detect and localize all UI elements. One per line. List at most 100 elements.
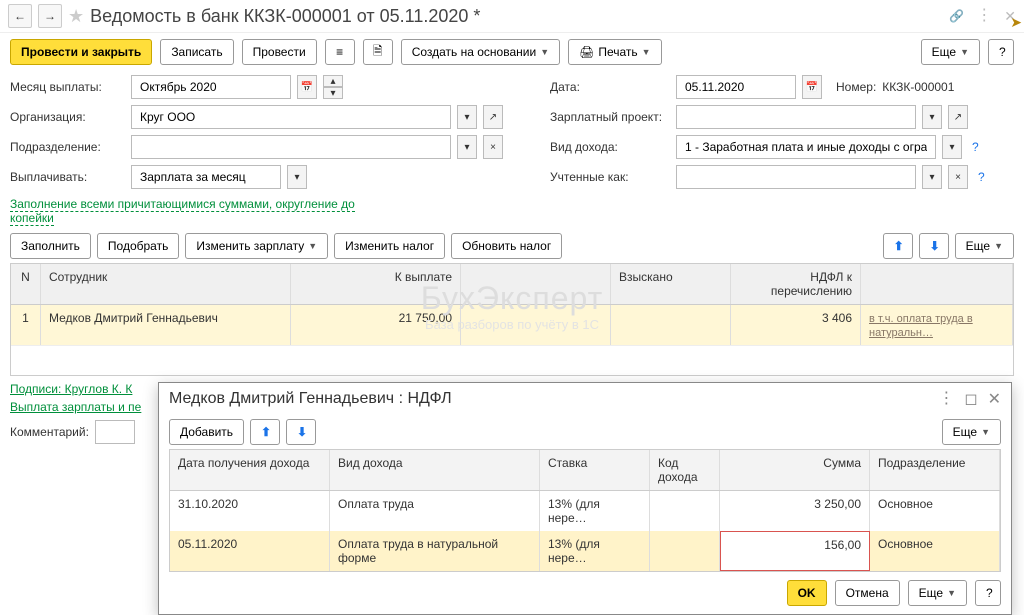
print-button[interactable]: Печать ▼: [568, 39, 661, 65]
post-button[interactable]: Провести: [242, 39, 317, 65]
modal-more2-button[interactable]: Еще ▼: [908, 580, 967, 606]
income-type-dropdown-button[interactable]: ▾: [942, 135, 962, 159]
col-ndfl-header[interactable]: НДФЛ к перечислению: [731, 264, 861, 304]
attach-icon[interactable]: 🔗: [949, 9, 964, 23]
pay-input[interactable]: [131, 165, 281, 189]
accounted-dropdown-button[interactable]: ▾: [922, 165, 942, 189]
col-date-header[interactable]: Дата получения дохода: [170, 450, 330, 490]
income-type-input[interactable]: [676, 135, 936, 159]
col-rate-header[interactable]: Ставка: [540, 450, 650, 490]
col-sum-header[interactable]: Сумма: [720, 450, 870, 490]
org-label: Организация:: [10, 110, 125, 124]
date-label: Дата:: [550, 80, 670, 94]
comment-input[interactable]: [95, 420, 135, 444]
favorite-star-icon[interactable]: ★: [68, 6, 84, 27]
date-calendar-button[interactable]: 📅: [802, 75, 822, 99]
doc-icon: [373, 42, 383, 63]
chevron-down-icon: ▼: [540, 47, 549, 57]
move-down-button[interactable]: ⬇: [919, 233, 949, 259]
comment-label: Комментарий:: [10, 425, 89, 439]
titlebar: ← → ★ Ведомость в банк ККЗК-000001 от 05…: [0, 0, 1024, 33]
change-tax-button[interactable]: Изменить налог: [334, 233, 445, 259]
grid-header: N Сотрудник К выплате Взыскано НДФЛ к пе…: [11, 264, 1013, 305]
col-emp-header[interactable]: Сотрудник: [41, 264, 291, 304]
change-salary-button[interactable]: Изменить зарплату ▼: [185, 233, 328, 259]
col-sub-header[interactable]: Подразделение: [870, 450, 1000, 490]
col-n-header[interactable]: N: [11, 264, 41, 304]
ndfl-row-active[interactable]: 05.11.2020 Оплата труда в натуральной фо…: [170, 531, 1000, 571]
cursor-icon: ➤: [1010, 14, 1022, 31]
date-input[interactable]: [676, 75, 796, 99]
modal-close-icon[interactable]: ✕: [988, 389, 1001, 409]
modal-kebab-icon[interactable]: ⋮: [938, 394, 954, 404]
cell-sub: Основное: [870, 531, 1000, 571]
cell-sub: Основное: [870, 491, 1000, 531]
modal-titlebar: Медков Дмитрий Геннадьевич : НДФЛ ⋮ ◻ ✕: [159, 383, 1011, 415]
org-dropdown-button[interactable]: ▾: [457, 105, 477, 129]
month-up-button[interactable]: ▴: [323, 75, 343, 87]
nav-forward-button[interactable]: →: [38, 4, 62, 28]
accounted-clear-button[interactable]: ×: [948, 165, 968, 189]
print-icon: [579, 45, 594, 59]
create-based-button[interactable]: Создать на основании ▼: [401, 39, 560, 65]
col-code-header[interactable]: Код дохода: [650, 450, 720, 490]
cell-pay: 21 750,00: [291, 305, 461, 345]
fill-settings-link[interactable]: Заполнение всеми причитающимися суммами,…: [10, 197, 355, 226]
month-input[interactable]: [131, 75, 291, 99]
doc-button[interactable]: [363, 39, 393, 65]
arrow-up-icon: ⬆: [261, 425, 271, 439]
chevron-down-icon: ▼: [994, 241, 1003, 251]
month-down-button[interactable]: ▾: [323, 87, 343, 99]
more-button[interactable]: Еще ▼: [921, 39, 980, 65]
chevron-down-icon: ▼: [642, 47, 651, 57]
dept-dropdown-button[interactable]: ▾: [457, 135, 477, 159]
income-type-help-link[interactable]: ?: [972, 140, 979, 154]
salary-proj-input[interactable]: [676, 105, 916, 129]
modal-add-button[interactable]: Добавить: [169, 419, 244, 445]
org-open-button[interactable]: ↗: [483, 105, 503, 129]
write-button[interactable]: Записать: [160, 39, 233, 65]
salary-proj-dropdown-button[interactable]: ▾: [922, 105, 942, 129]
modal-more-button[interactable]: Еще ▼: [942, 419, 1001, 445]
salary-proj-label: Зарплатный проект:: [550, 110, 670, 124]
table-more-button[interactable]: Еще ▼: [955, 233, 1014, 259]
modal-move-up-button[interactable]: ⬆: [250, 419, 280, 445]
update-tax-button[interactable]: Обновить налог: [451, 233, 562, 259]
chevron-down-icon: ▼: [960, 47, 969, 57]
arrow-down-icon: ⬇: [930, 239, 940, 253]
cell-sum-editing[interactable]: 156,00: [720, 531, 870, 571]
cell-n: 1: [11, 305, 41, 345]
natural-form-link[interactable]: в т.ч. оплата труда в натуральн…: [869, 313, 973, 339]
number-value: ККЗК-000001: [882, 80, 954, 94]
form-area: Месяц выплаты: 📅 ▴ ▾ Организация: ▾ ↗ По…: [0, 71, 1024, 229]
table-row[interactable]: 1 Медков Дмитрий Геннадьевич 21 750,00 3…: [11, 305, 1013, 345]
dept-clear-button[interactable]: ×: [483, 135, 503, 159]
org-input[interactable]: [131, 105, 451, 129]
dept-input[interactable]: [131, 135, 451, 159]
move-up-button[interactable]: ⬆: [883, 233, 913, 259]
modal-help-button[interactable]: ?: [975, 580, 1001, 606]
fill-button[interactable]: Заполнить: [10, 233, 91, 259]
number-label: Номер:: [836, 80, 876, 94]
modal-cancel-button[interactable]: Отмена: [835, 580, 900, 606]
cell-code: [650, 531, 720, 571]
post-and-close-button[interactable]: Провести и закрыть: [10, 39, 152, 65]
main-toolbar: Провести и закрыть Записать Провести Соз…: [0, 33, 1024, 71]
select-button[interactable]: Подобрать: [97, 233, 179, 259]
modal-maximize-icon[interactable]: ◻: [964, 389, 977, 409]
modal-move-down-button[interactable]: ⬇: [286, 419, 316, 445]
col-pay-header[interactable]: К выплате: [291, 264, 461, 304]
ndfl-row[interactable]: 31.10.2020 Оплата труда 13% (для нере… 3…: [170, 491, 1000, 531]
list-view-button[interactable]: [325, 39, 355, 65]
kebab-menu-icon[interactable]: ⋮: [976, 11, 992, 21]
col-tax-header[interactable]: Взыскано: [611, 264, 731, 304]
calendar-icon[interactable]: 📅: [297, 75, 317, 99]
salary-proj-open-button[interactable]: ↗: [948, 105, 968, 129]
nav-back-button[interactable]: ←: [8, 4, 32, 28]
accounted-input[interactable]: [676, 165, 916, 189]
pay-dropdown-button[interactable]: ▾: [287, 165, 307, 189]
help-button[interactable]: ?: [988, 39, 1014, 65]
col-type-header[interactable]: Вид дохода: [330, 450, 540, 490]
modal-ok-button[interactable]: OK: [787, 580, 827, 606]
accounted-help-link[interactable]: ?: [978, 170, 985, 184]
